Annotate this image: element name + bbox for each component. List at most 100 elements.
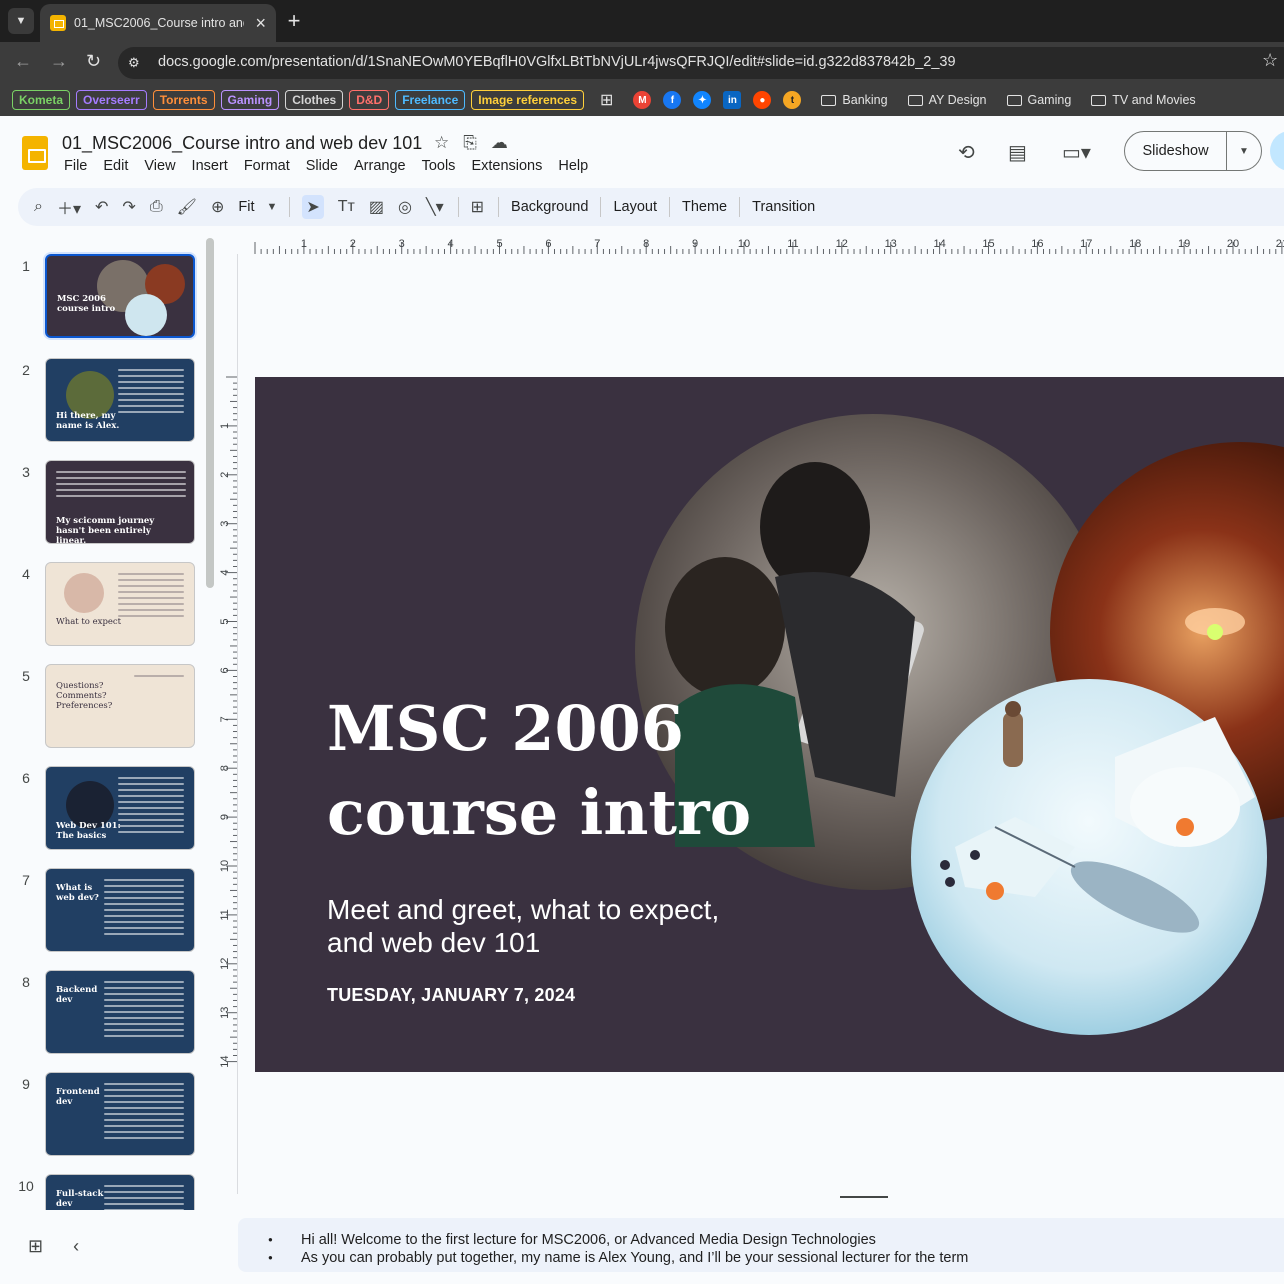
redo-icon[interactable]: ↷ — [122, 197, 135, 217]
url-text[interactable]: docs.google.com/presentation/d/1SnaNEOwM… — [158, 54, 956, 70]
slide-thumbnail[interactable]: Web Dev 101: The basics — [45, 766, 195, 850]
slide-thumbnail[interactable]: Frontend dev — [45, 1072, 195, 1156]
paint-format-icon[interactable]: 🖌 — [177, 197, 197, 217]
meet-camera-icon[interactable]: ▭▾ — [1062, 140, 1091, 165]
slide-thumbnail[interactable]: Full-stack dev — [45, 1174, 195, 1210]
menu-extensions[interactable]: Extensions — [471, 158, 542, 174]
version-history-icon[interactable]: ⟲ — [958, 140, 975, 165]
slide-thumbnail-row[interactable]: 3 My scicomm journey hasn't been entirel… — [0, 460, 218, 550]
bookmark-folder-tv-and-movies[interactable]: TV and Movies — [1091, 93, 1196, 107]
tab-search-button[interactable]: ▼ — [8, 8, 34, 34]
apps-grid-icon[interactable]: ⊞ — [600, 90, 613, 110]
slide-thumbnail-row[interactable]: 8 Backend dev — [0, 970, 218, 1060]
menu-insert[interactable]: Insert — [192, 158, 228, 174]
layout-button[interactable]: Layout — [613, 199, 657, 215]
undo-icon[interactable]: ↶ — [95, 197, 108, 217]
slide-thumbnail[interactable]: My scicomm journey hasn't been entirely … — [45, 460, 195, 544]
theme-button[interactable]: Theme — [682, 199, 727, 215]
comments-icon[interactable]: ▤ — [1008, 140, 1027, 165]
slide-thumbnail-row[interactable]: 9 Frontend dev — [0, 1072, 218, 1162]
slide-thumbnail-row[interactable]: 10 Full-stack dev — [0, 1174, 218, 1210]
bookmark-star-icon[interactable]: ☆ — [1262, 50, 1282, 71]
bookmark-dnd[interactable]: D&D — [349, 90, 390, 110]
collapse-panel-chevron-left-icon[interactable]: ‹ — [73, 1236, 79, 1257]
new-slide-plus-icon[interactable]: ＋▾ — [57, 195, 81, 219]
print-icon[interactable]: ⎙ — [150, 198, 163, 216]
slide-date[interactable]: TUESDAY, JANUARY 7, 2024 — [327, 985, 575, 1006]
slide-subtitle[interactable]: Meet and greet, what to expect, and web … — [327, 893, 747, 959]
slide-thumbnail-row[interactable]: 2 Hi there, my name is Alex. — [0, 358, 218, 448]
gmail-icon[interactable]: M — [633, 91, 652, 109]
horizontal-ruler[interactable]: 123456789101112131415161718192021 — [238, 234, 1284, 254]
bookmark-image-references[interactable]: Image references — [471, 90, 584, 110]
facebook-icon[interactable]: f — [663, 91, 682, 109]
zoom-select[interactable]: Fit — [238, 199, 254, 215]
tumblr-icon[interactable]: t — [783, 91, 802, 109]
back-icon[interactable]: ← — [14, 51, 32, 72]
zoom-icon[interactable]: ⊕ — [211, 197, 224, 217]
line-icon[interactable]: ╲▾ — [426, 197, 444, 217]
menu-file[interactable]: File — [64, 158, 87, 174]
slides-logo-icon[interactable] — [22, 136, 48, 170]
bookmark-folder-ay-design[interactable]: AY Design — [907, 93, 987, 107]
menu-view[interactable]: View — [144, 158, 175, 174]
bookmark-folder-gaming[interactable]: Gaming — [1006, 93, 1071, 107]
grid-view-icon[interactable]: ⊞ — [28, 1236, 43, 1257]
background-button[interactable]: Background — [511, 199, 588, 215]
transition-button[interactable]: Transition — [752, 199, 815, 215]
bookmark-folder-banking[interactable]: Banking — [821, 93, 888, 107]
active-tab[interactable]: 01_MSC2006_Course intro and web dev 101 … — [40, 4, 276, 42]
menu-tools[interactable]: Tools — [422, 158, 456, 174]
slide-thumbnail[interactable]: Questions? Comments? Preferences? — [45, 664, 195, 748]
slide-thumbnail-row[interactable]: 7 What is web dev? — [0, 868, 218, 958]
bookmark-clothes[interactable]: Clothes — [285, 90, 344, 110]
slide-thumbnail-row[interactable]: 4 What to expect — [0, 562, 218, 652]
slideshow-options-chevron-down-icon[interactable]: ▼ — [1227, 146, 1261, 157]
star-icon[interactable]: ☆ — [434, 133, 449, 153]
close-tab-icon[interactable]: × — [255, 13, 266, 34]
insert-image-icon[interactable]: ▨ — [369, 197, 384, 217]
bluesky-icon[interactable]: ✦ — [693, 91, 712, 109]
vertical-ruler[interactable]: 1234567891011121314 — [218, 254, 238, 1194]
slide-thumbnail-row[interactable]: 5 Questions? Comments? Preferences? — [0, 664, 218, 754]
linkedin-icon[interactable]: in — [723, 91, 742, 109]
slide-thumbnail[interactable]: What is web dev? — [45, 868, 195, 952]
new-tab-button[interactable]: + — [284, 8, 304, 34]
add-comment-icon[interactable]: ⊞ — [471, 197, 484, 217]
current-slide[interactable]: MSC 2006 course intro Meet and greet, wh… — [255, 377, 1284, 1072]
site-settings-icon[interactable]: ⚙ — [128, 55, 140, 71]
menu-slide[interactable]: Slide — [306, 158, 338, 174]
slideshow-button[interactable]: Slideshow — [1125, 131, 1227, 171]
slide-thumbnail[interactable]: What to expect — [45, 562, 195, 646]
share-button[interactable] — [1270, 131, 1284, 171]
cloud-saved-icon[interactable]: ☁ — [491, 133, 508, 153]
menu-help[interactable]: Help — [558, 158, 588, 174]
speaker-notes[interactable]: Hi all! Welcome to the first lecture for… — [238, 1218, 1284, 1272]
menu-edit[interactable]: Edit — [103, 158, 128, 174]
slide-thumbnail-row[interactable]: 6 Web Dev 101: The basics — [0, 766, 218, 856]
slide-title[interactable]: MSC 2006 course intro — [327, 687, 751, 855]
text-box-icon[interactable]: Tт — [338, 198, 355, 216]
menu-arrange[interactable]: Arrange — [354, 158, 406, 174]
address-bar[interactable]: ⚙ docs.google.com/presentation/d/1SnaNEO… — [118, 47, 1284, 79]
slide-thumbnail[interactable]: MSC 2006 course intro — [45, 254, 195, 338]
search-menus-icon[interactable]: ⌕ — [34, 198, 43, 216]
bookmark-overseerr[interactable]: Overseerr — [76, 90, 147, 110]
shape-icon[interactable]: ◎ — [398, 197, 412, 217]
bookmark-freelance[interactable]: Freelance — [395, 90, 466, 110]
reload-icon[interactable]: ↻ — [86, 51, 101, 72]
document-title[interactable]: 01_MSC2006_Course intro and web dev 101 — [62, 133, 422, 154]
move-folder-icon[interactable]: ⎘ — [463, 133, 477, 153]
slide-thumbnail-row[interactable]: 1 MSC 2006 course intro — [0, 254, 218, 344]
zoom-chevron-down-icon[interactable]: ▼ — [266, 201, 277, 213]
reddit-icon[interactable]: ● — [753, 91, 772, 109]
filmstrip-scrollbar[interactable] — [206, 238, 214, 588]
select-cursor-icon[interactable]: ➤ — [302, 195, 324, 219]
slide-thumbnail[interactable]: Hi there, my name is Alex. — [45, 358, 195, 442]
bookmark-torrents[interactable]: Torrents — [152, 90, 215, 110]
menu-format[interactable]: Format — [244, 158, 290, 174]
bookmark-gaming[interactable]: Gaming — [220, 90, 280, 110]
notes-resize-handle[interactable] — [840, 1196, 888, 1198]
forward-icon[interactable]: → — [50, 51, 68, 72]
bookmark-kometa[interactable]: Kometa — [12, 90, 71, 110]
